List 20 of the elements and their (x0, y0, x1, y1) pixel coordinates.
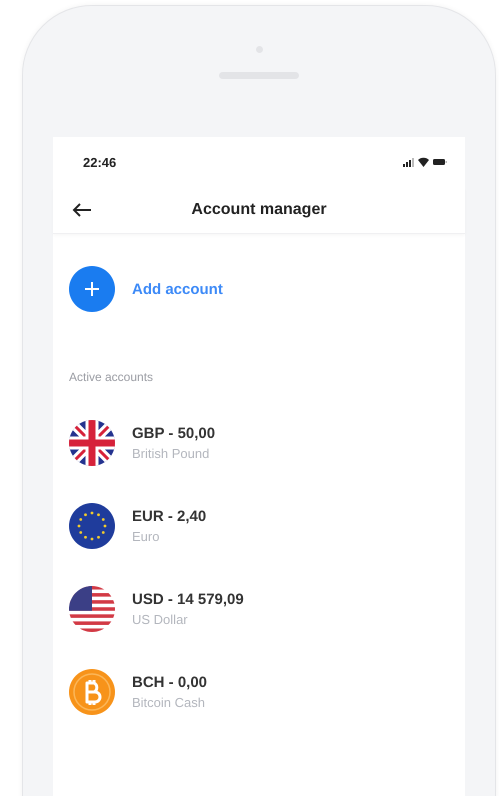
currency-name: US Dollar (132, 612, 188, 627)
currency-name: Euro (132, 529, 160, 544)
status-icons (403, 156, 447, 168)
account-balance: USD - 14 579,09 (132, 591, 244, 608)
account-balance: GBP - 50,00 (132, 425, 216, 442)
currency-name: Bitcoin Cash (132, 695, 205, 710)
add-account-button[interactable]: Add account (69, 266, 223, 312)
plus-icon (69, 266, 115, 312)
european-flag-icon (69, 503, 115, 549)
american-flag-icon (69, 586, 115, 632)
account-balance: EUR - 2,40 (132, 508, 206, 525)
screen-title: Account manager (190, 201, 328, 219)
british-flag-icon (69, 420, 115, 466)
back-arrow-icon (71, 202, 93, 218)
account-balance: BCH - 0,00 (132, 674, 208, 691)
section-label: Active accounts (69, 370, 154, 384)
bitcoin-icon (69, 669, 115, 715)
currency-name: British Pound (132, 446, 210, 461)
back-button[interactable] (71, 202, 93, 218)
status-time: 22:46 (83, 154, 116, 170)
